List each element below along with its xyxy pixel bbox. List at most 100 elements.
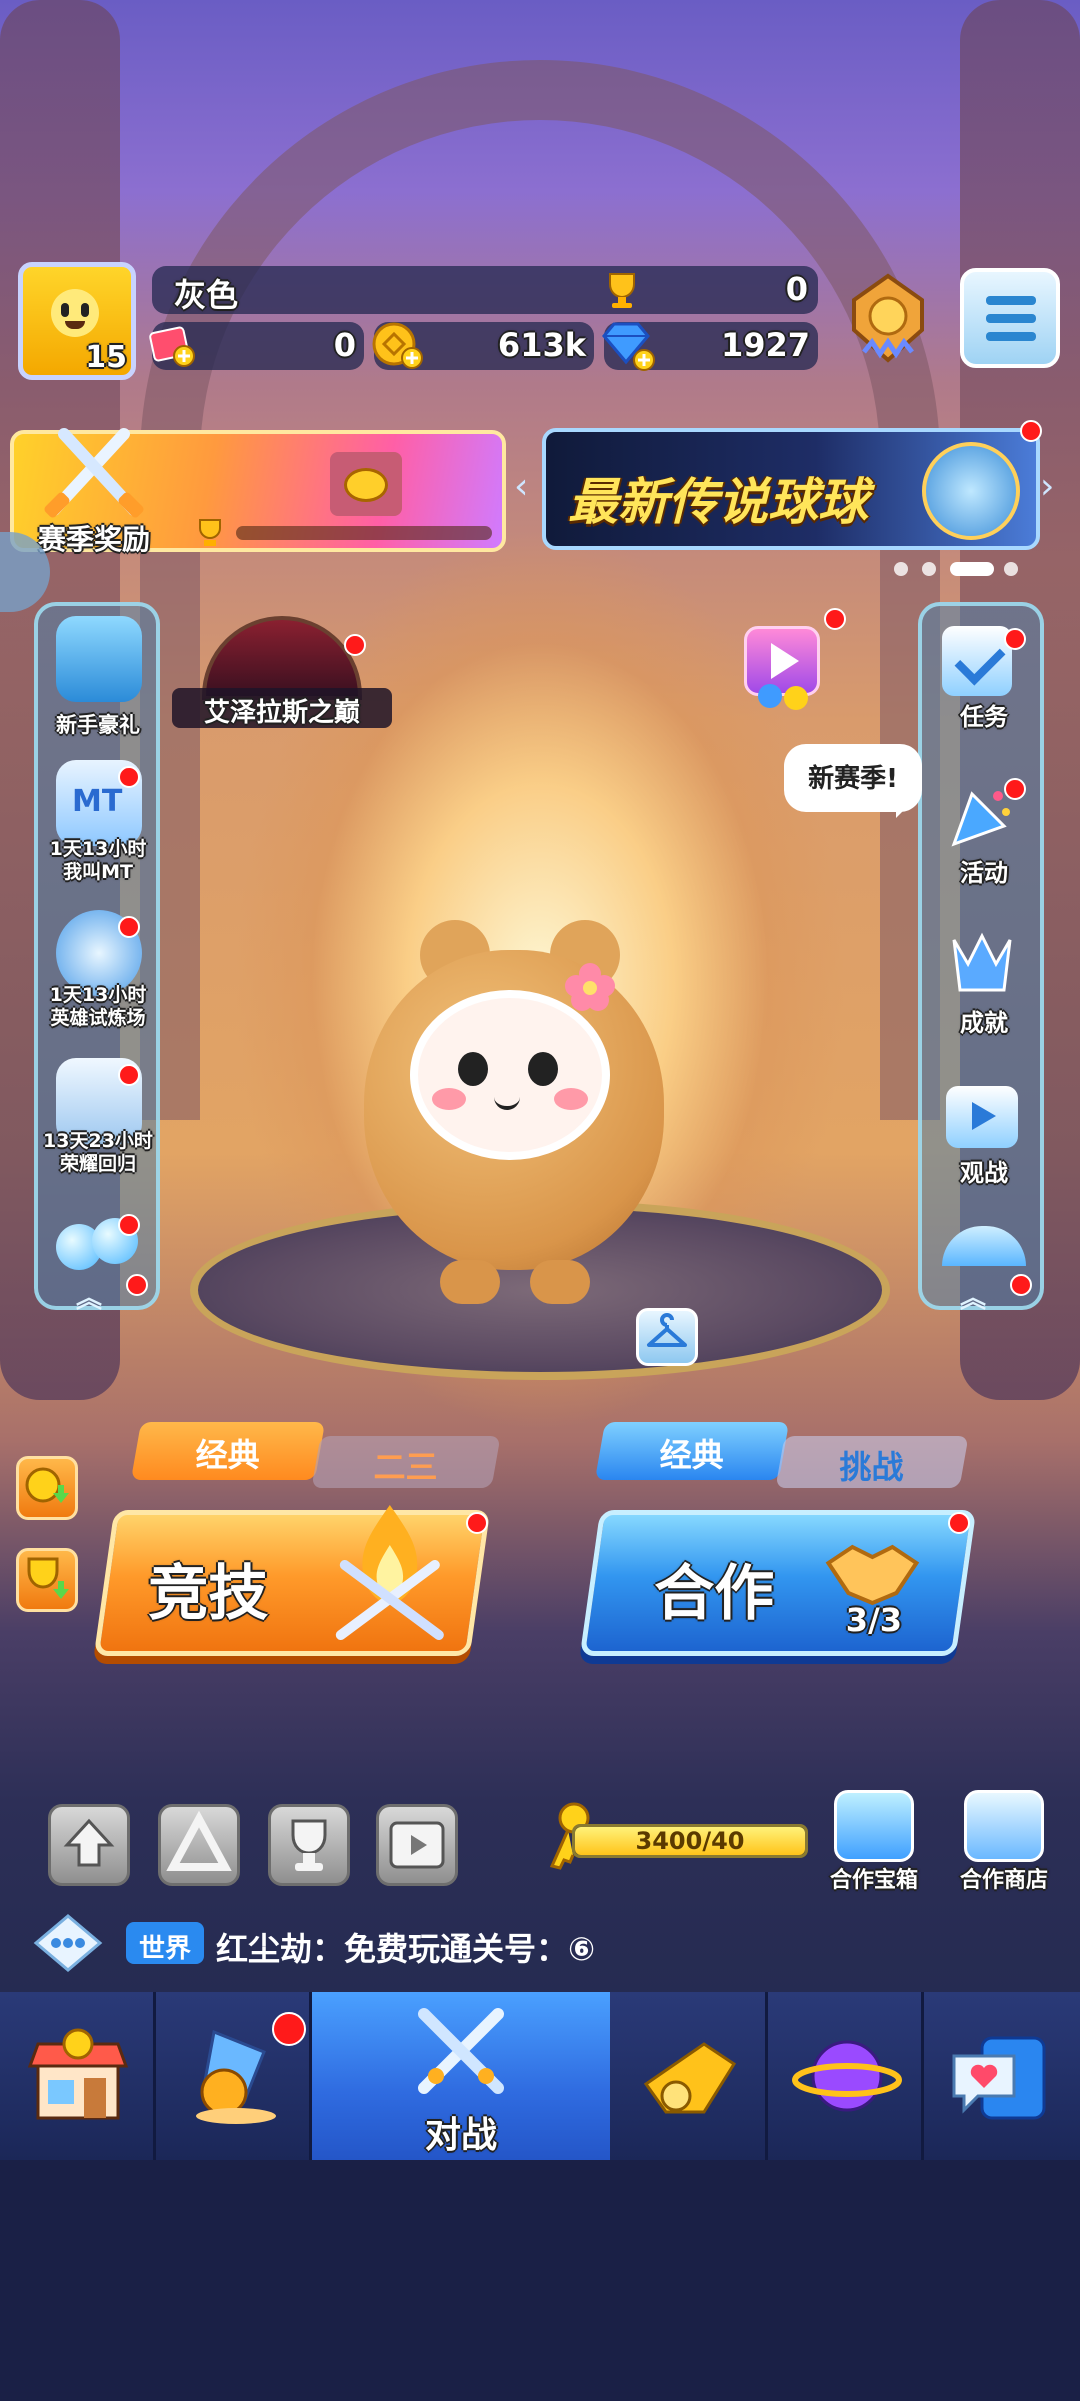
- chevron-left-icon[interactable]: ‹: [514, 466, 528, 507]
- rank-badge-icon[interactable]: [842, 270, 934, 370]
- hero-character[interactable]: [340, 920, 690, 1340]
- ticket-bar[interactable]: 0: [149, 322, 364, 370]
- coin-up-icon: [25, 1467, 69, 1503]
- coin-bar[interactable]: 613k: [372, 322, 594, 370]
- coop-chest-button[interactable]: 合作宝箱: [818, 1786, 930, 1896]
- expand-up-icon[interactable]: ︽: [960, 1278, 986, 1315]
- player-level: 15: [85, 340, 127, 375]
- tab-label: 经典: [659, 1436, 724, 1474]
- chat-channel-badge[interactable]: 世界: [126, 1922, 204, 1964]
- right-menu-item-achievements[interactable]: 成就: [934, 928, 1034, 1048]
- gem-add-icon[interactable]: [598, 318, 658, 374]
- crossed-swords-icon: [406, 1996, 516, 2106]
- competitive-mode-button[interactable]: 竞技: [93, 1505, 491, 1656]
- tab-label: 经典: [195, 1436, 260, 1474]
- nav-battle-label: 对战: [424, 2115, 497, 2156]
- trophy-upgrade-button[interactable]: [16, 1548, 78, 1612]
- chat-heart-icon: [944, 2028, 1056, 2126]
- tab-classic-coop[interactable]: 经典: [594, 1422, 790, 1480]
- nav-battle[interactable]: 对战: [312, 1992, 610, 2160]
- hanger-icon: [647, 1313, 687, 1347]
- promo-red-dot: [1020, 420, 1042, 442]
- task-check-icon: [942, 626, 1012, 696]
- left-side-menu: 新手豪礼 MT 1天13小时 我叫MT 1天13小时 英雄试炼场 13天23小时…: [34, 602, 160, 1314]
- right-menu-label: 活动: [960, 859, 1008, 887]
- character-face: [410, 990, 610, 1160]
- tab-other-competitive[interactable]: 二三: [311, 1436, 501, 1488]
- player-name: 灰色: [174, 276, 239, 314]
- coop-chest-label: 合作宝箱: [829, 1868, 918, 1893]
- wardrobe-hanger-button[interactable]: [636, 1308, 698, 1366]
- right-menu-label: 任务: [960, 703, 1008, 731]
- play-video-icon: [744, 626, 820, 696]
- key-progress-text: 3400/40: [635, 1827, 745, 1855]
- film-play-icon: [389, 1821, 445, 1869]
- gacha-cup-icon: [184, 2022, 288, 2126]
- rank-triangle-button[interactable]: [158, 1804, 240, 1886]
- season-trophy-icon: [192, 518, 228, 548]
- gem-bar[interactable]: 1927: [602, 322, 818, 371]
- lotus-icon: [56, 616, 142, 702]
- shop-icon: [24, 2026, 132, 2122]
- coin-add-icon[interactable]: [370, 320, 426, 372]
- coop-mode-button[interactable]: 合作 3/3: [579, 1510, 977, 1656]
- competitive-label: 竞技: [148, 1559, 269, 1629]
- coop-count: 3/3: [845, 1601, 903, 1639]
- nav-whistle[interactable]: [610, 1992, 768, 2160]
- season-reward-banner[interactable]: 赛季奖励: [10, 428, 506, 556]
- trophy-record-button[interactable]: [268, 1804, 350, 1886]
- event-label: 艾泽拉斯之巅: [203, 698, 360, 728]
- ticket-count: 0: [333, 326, 356, 364]
- tab-classic-competitive[interactable]: 经典: [130, 1422, 326, 1480]
- left-menu-label: 1天13小时 我叫MT: [49, 838, 147, 883]
- key-progress-bar: 3400/40: [572, 1824, 808, 1858]
- video-reward-button[interactable]: [738, 620, 838, 712]
- trophy-up-icon: [27, 1557, 69, 1599]
- gold-coins-icon: [330, 452, 402, 516]
- chat-button[interactable]: [30, 1912, 106, 1974]
- arrow-up-icon: [63, 1818, 115, 1867]
- upgrade-arrow-button[interactable]: [48, 1804, 130, 1886]
- tab-challenge[interactable]: 挑战: [775, 1436, 969, 1488]
- chat-dots-icon: [33, 1914, 103, 1972]
- left-menu-item-newbie-gift[interactable]: 新手豪礼: [48, 616, 148, 750]
- coop-shop-button[interactable]: 合作商店: [948, 1786, 1060, 1896]
- replay-video-button[interactable]: [376, 1804, 458, 1886]
- trophy-outline-icon: [291, 1819, 327, 1871]
- promo-banner[interactable]: 最新传说球球: [542, 428, 1040, 550]
- chest-icon: [834, 1790, 914, 1862]
- event-azeroth-peak[interactable]: 艾泽拉斯之巅: [172, 606, 392, 736]
- tab-label: 挑战: [839, 1448, 904, 1486]
- chat-message[interactable]: 红尘劫：免费玩通关号：⑥: [216, 1924, 595, 1970]
- ticket-add-icon[interactable]: [146, 322, 198, 370]
- nav-planet[interactable]: [768, 1992, 924, 2160]
- trophy-icon: [602, 270, 642, 310]
- coin-upgrade-button[interactable]: [16, 1456, 78, 1520]
- player-avatar[interactable]: 15: [18, 262, 136, 380]
- nav-social[interactable]: [924, 1992, 1080, 2160]
- legend-ball-icon: [922, 442, 1020, 540]
- hamburger-icon: [986, 296, 1036, 305]
- right-menu-label: 成就: [960, 1009, 1008, 1037]
- speech-bubble-text: 新赛季!: [808, 764, 898, 794]
- left-menu-label: 新手豪礼: [56, 713, 140, 737]
- carousel-dot: [894, 562, 908, 576]
- left-menu-label: 1天13小时 英雄试炼场: [49, 984, 147, 1029]
- chevron-right-icon[interactable]: ›: [1040, 466, 1054, 507]
- carousel-dot: [922, 562, 936, 576]
- coop-label: 合作: [654, 1559, 775, 1629]
- bottom-nav: 对战: [0, 1992, 1080, 2160]
- tab-label: 二三: [373, 1448, 438, 1486]
- chat-channel: 世界: [138, 1934, 191, 1964]
- nav-shop[interactable]: [0, 1992, 156, 2160]
- trophy-count: 0: [785, 270, 808, 308]
- flower-icon: [562, 962, 618, 1012]
- store-icon: [964, 1790, 1044, 1862]
- crossed-swords-icon: [34, 420, 154, 530]
- triangle-icon: [166, 1810, 232, 1871]
- expand-up-icon[interactable]: ︽: [76, 1278, 102, 1315]
- main-menu-button[interactable]: [960, 268, 1060, 368]
- right-menu-item-spectate[interactable]: 观战: [934, 1082, 1034, 1202]
- more-menu-item-icon[interactable]: [942, 1226, 1026, 1266]
- name-bar: 灰色 0: [152, 266, 818, 314]
